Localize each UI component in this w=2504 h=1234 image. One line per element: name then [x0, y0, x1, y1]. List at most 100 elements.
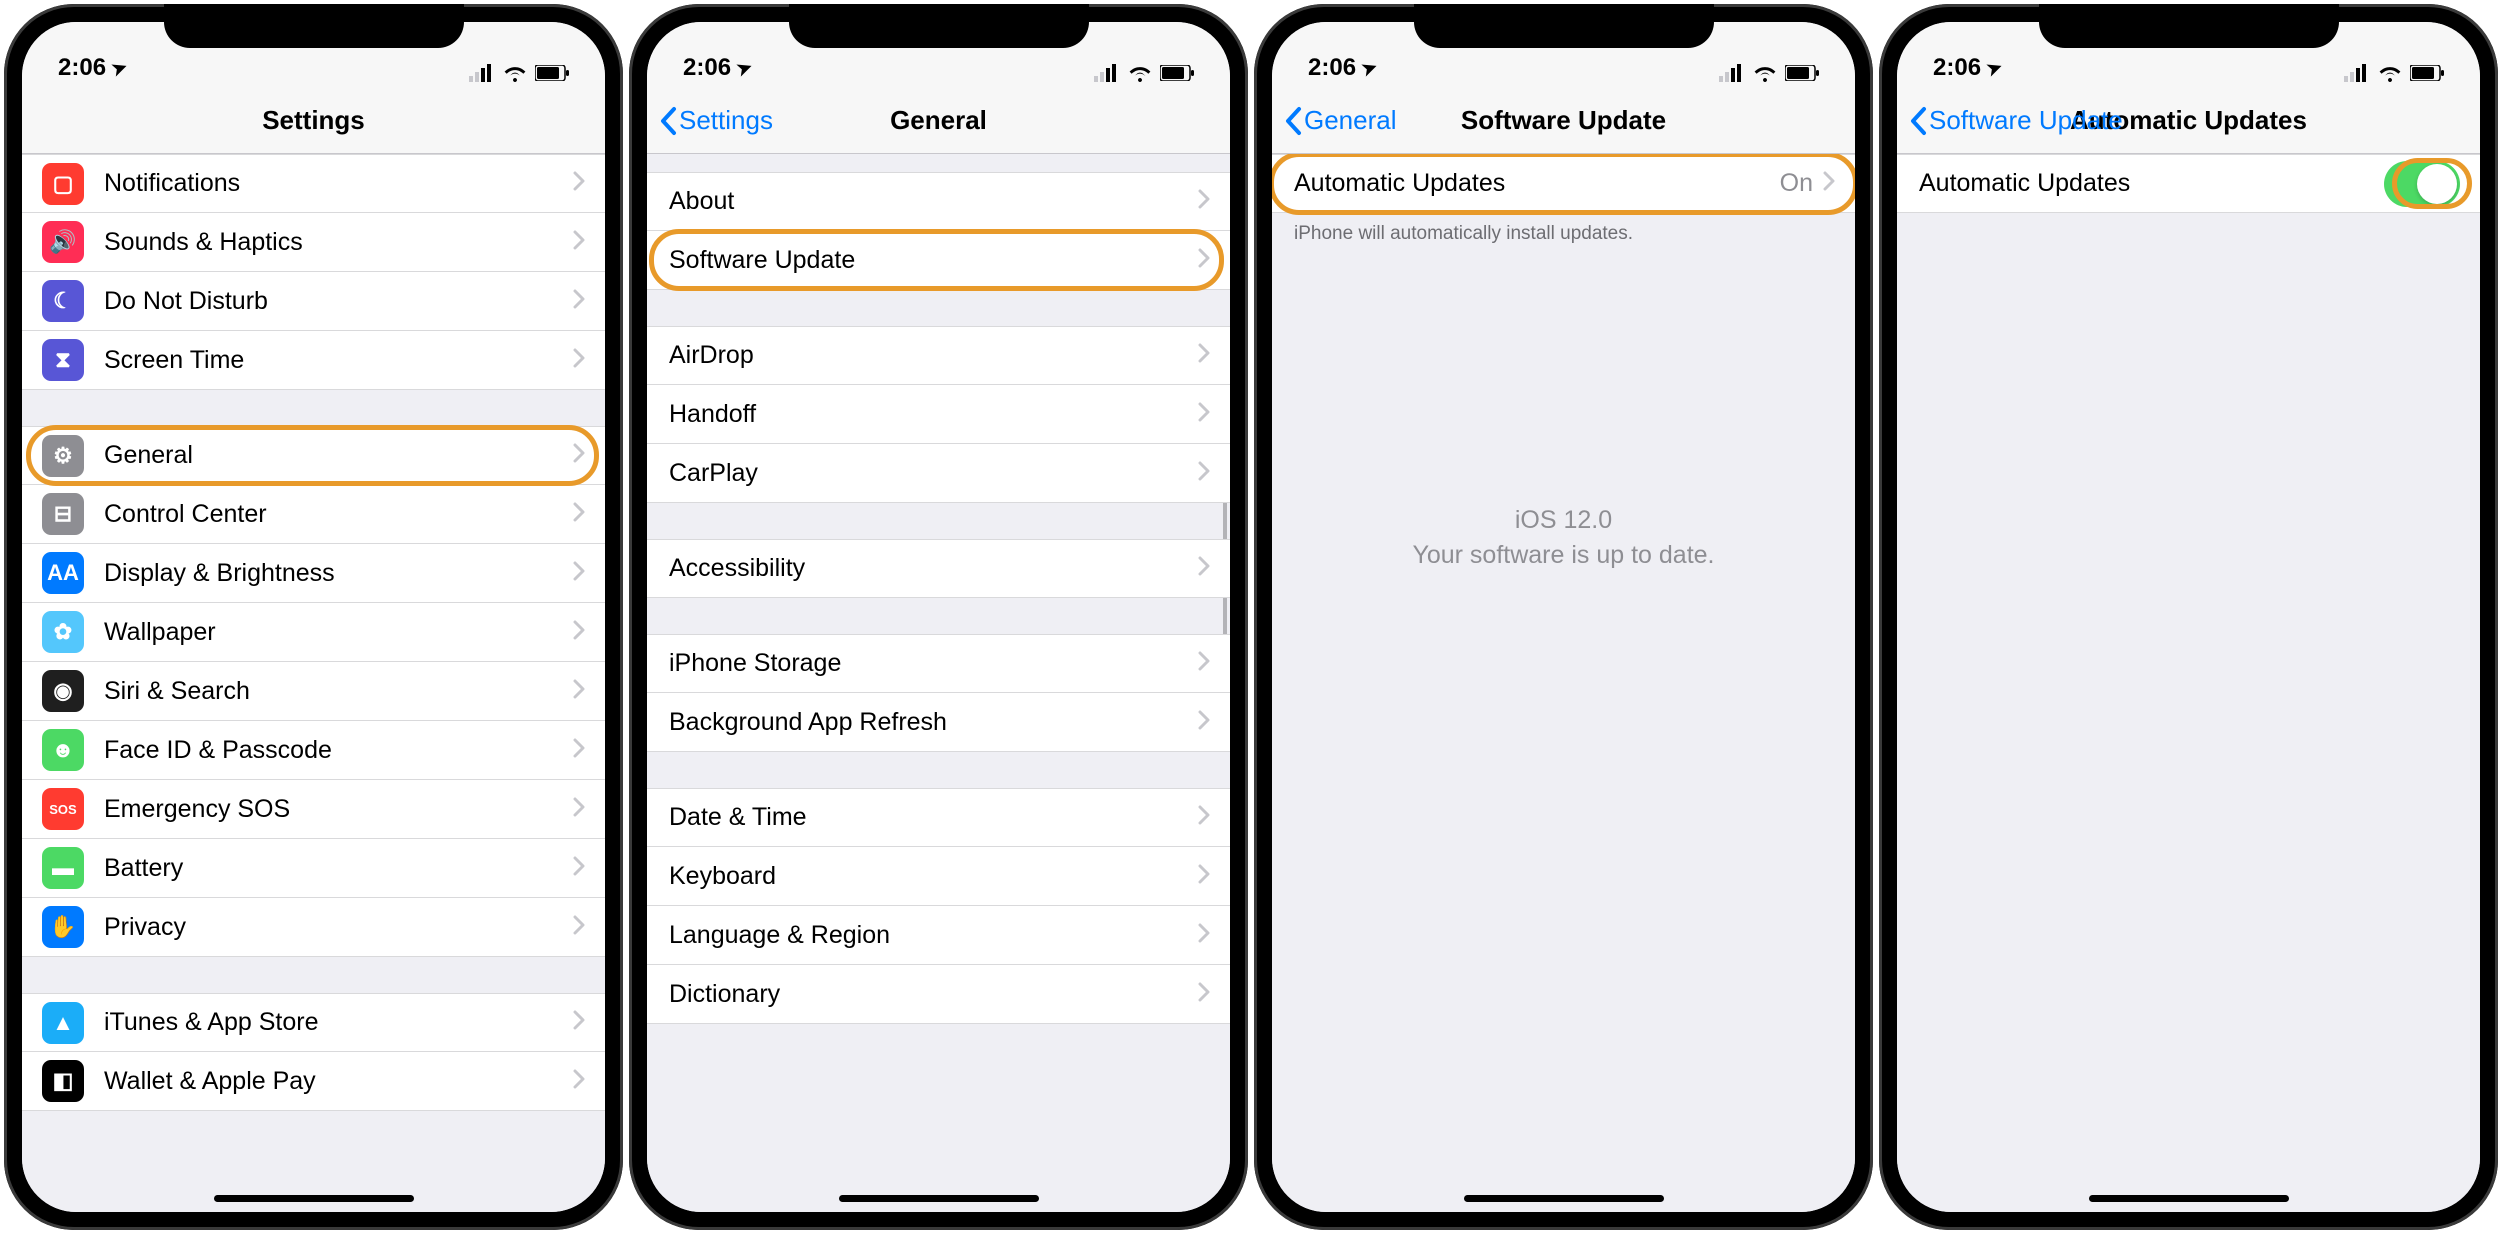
row-keyboard[interactable]: Keyboard	[647, 847, 1230, 906]
location-icon: ➤	[1359, 56, 1380, 81]
row-automatic-updates[interactable]: Automatic Updates On	[1272, 154, 1855, 213]
row-do-not-disturb[interactable]: ☾Do Not Disturb	[22, 272, 605, 331]
chevron-right-icon	[1198, 246, 1210, 275]
settings-content[interactable]: ▢Notifications🔊Sounds & Haptics☾Do Not D…	[22, 154, 605, 1212]
status-time: 2:06	[58, 54, 106, 82]
row-automatic-updates-toggle[interactable]: Automatic Updates	[1897, 154, 2480, 213]
row-dictionary[interactable]: Dictionary	[647, 965, 1230, 1024]
back-button[interactable]: General	[1284, 105, 1397, 136]
row-screen-time[interactable]: ⧗Screen Time	[22, 331, 605, 390]
home-indicator[interactable]	[214, 1195, 414, 1202]
toggle-switch[interactable]	[2384, 161, 2460, 207]
chevron-right-icon	[573, 854, 585, 883]
row-face-id-passcode[interactable]: ☻ Face ID & Passcode	[22, 721, 605, 780]
row-battery[interactable]: ▬ Battery	[22, 839, 605, 898]
row-language-region[interactable]: Language & Region	[647, 906, 1230, 965]
nav-title: General	[890, 105, 987, 136]
row-label: Do Not Disturb	[104, 287, 573, 316]
row-label: iPhone Storage	[669, 649, 1198, 678]
back-label: Settings	[679, 105, 773, 136]
row-siri-search[interactable]: ◉ Siri & Search	[22, 662, 605, 721]
automatic-updates-content[interactable]: Automatic Updates	[1897, 154, 2480, 1212]
status-time: 2:06	[1933, 54, 1981, 82]
chevron-right-icon	[573, 287, 585, 316]
row-label: Handoff	[669, 400, 1198, 429]
nav-bar: Software Update Automatic Updates	[1897, 88, 2480, 154]
ios-version: iOS 12.0	[1272, 503, 1855, 538]
cellular-icon	[469, 64, 495, 82]
chevron-right-icon	[573, 677, 585, 706]
sos-icon: SOS	[42, 788, 84, 830]
siri-icon: ◉	[42, 670, 84, 712]
row-itunes-app-store[interactable]: ▲iTunes & App Store	[22, 993, 605, 1052]
row-general[interactable]: ⚙General	[22, 426, 605, 485]
row-airdrop[interactable]: AirDrop	[647, 326, 1230, 385]
home-indicator[interactable]	[839, 1195, 1039, 1202]
chevron-right-icon	[1198, 400, 1210, 429]
row-label: Date & Time	[669, 803, 1198, 832]
screen-automatic-updates: 2:06 ➤ Software Update Automatic Updates…	[1897, 22, 2480, 1212]
chevron-right-icon	[573, 913, 585, 942]
chevron-right-icon	[1198, 459, 1210, 488]
row-sounds-haptics[interactable]: 🔊Sounds & Haptics	[22, 213, 605, 272]
notch	[789, 4, 1089, 48]
chevron-right-icon	[573, 736, 585, 765]
row-iphone-storage[interactable]: iPhone Storage	[647, 634, 1230, 693]
general-content[interactable]: About Software Update AirDrop Handoff CarPla…	[647, 154, 1230, 1212]
faceid-icon: ☻	[42, 729, 84, 771]
row-label: Sounds & Haptics	[104, 228, 573, 257]
row-emergency-sos[interactable]: SOS Emergency SOS	[22, 780, 605, 839]
chevron-right-icon	[1198, 554, 1210, 583]
row-label: Dictionary	[669, 980, 1198, 1009]
status-right	[1719, 64, 1819, 82]
status-right	[469, 64, 569, 82]
row-label: Face ID & Passcode	[104, 736, 573, 765]
row-label: Language & Region	[669, 921, 1198, 950]
row-label: Battery	[104, 854, 573, 883]
row-label: Emergency SOS	[104, 795, 573, 824]
row-control-center[interactable]: ⊟Control Center	[22, 485, 605, 544]
back-button[interactable]: Settings	[659, 105, 773, 136]
text-size-icon: AA	[42, 552, 84, 594]
battery-icon: ▬	[42, 847, 84, 889]
row-wallpaper[interactable]: ✿Wallpaper	[22, 603, 605, 662]
row-label: Accessibility	[669, 554, 1198, 583]
row-label: Wallet & Apple Pay	[104, 1067, 573, 1096]
row-label: General	[104, 441, 573, 470]
footer-text: iPhone will automatically install update…	[1272, 213, 1855, 255]
row-label: AirDrop	[669, 341, 1198, 370]
row-software-update[interactable]: Software Update	[647, 231, 1230, 290]
home-indicator[interactable]	[2089, 1195, 2289, 1202]
row-date-time[interactable]: Date & Time	[647, 788, 1230, 847]
update-status: iOS 12.0 Your software is up to date.	[1272, 503, 1855, 573]
software-update-content[interactable]: Automatic Updates On iPhone will automat…	[1272, 154, 1855, 1212]
row-privacy[interactable]: ✋Privacy	[22, 898, 605, 957]
row-about[interactable]: About	[647, 172, 1230, 231]
screen-software-update: 2:06 ➤ General Software Update Automatic…	[1272, 22, 1855, 1212]
row-wallet-apple-pay[interactable]: ◧Wallet & Apple Pay	[22, 1052, 605, 1111]
row-label: Software Update	[669, 246, 1198, 275]
status-time: 2:06	[1308, 54, 1356, 82]
location-icon: ➤	[1984, 56, 2005, 81]
cellular-icon	[1719, 64, 1745, 82]
chevron-right-icon	[1198, 803, 1210, 832]
row-background-app-refresh[interactable]: Background App Refresh	[647, 693, 1230, 752]
location-icon: ➤	[109, 56, 130, 81]
phone-frame-4: 2:06 ➤ Software Update Automatic Updates…	[1879, 4, 2498, 1230]
row-notifications[interactable]: ▢Notifications	[22, 154, 605, 213]
row-carplay[interactable]: CarPlay	[647, 444, 1230, 503]
home-indicator[interactable]	[1464, 1195, 1664, 1202]
row-label: Display & Brightness	[104, 559, 573, 588]
row-accessibility[interactable]: Accessibility	[647, 539, 1230, 598]
chevron-right-icon	[1198, 649, 1210, 678]
back-button[interactable]: Software Update	[1909, 105, 2123, 136]
back-label: Software Update	[1929, 105, 2123, 136]
row-label: Siri & Search	[104, 677, 573, 706]
chevron-right-icon	[573, 559, 585, 588]
row-label: About	[669, 187, 1198, 216]
chevron-right-icon	[573, 1008, 585, 1037]
row-handoff[interactable]: Handoff	[647, 385, 1230, 444]
back-label: General	[1304, 105, 1397, 136]
row-display-brightness[interactable]: AA Display & Brightness	[22, 544, 605, 603]
wifi-icon	[1128, 64, 1152, 82]
